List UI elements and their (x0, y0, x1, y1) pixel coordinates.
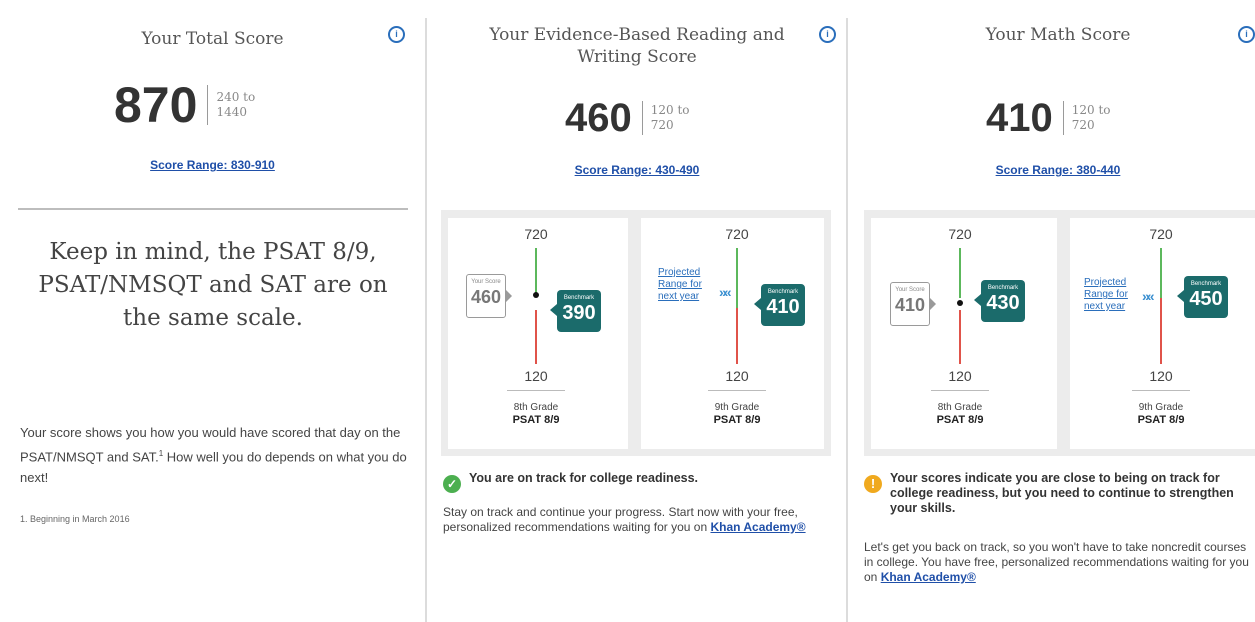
score-separator (641, 101, 643, 135)
score-marker (533, 292, 539, 298)
scale-bar-upper (959, 248, 961, 298)
ebrw-status-message: You are on track for college readiness. (469, 471, 699, 485)
info-icon[interactable]: i (1238, 26, 1255, 43)
projected-range-link[interactable]: Projected Range for next year (1084, 277, 1142, 313)
info-icon[interactable]: i (819, 26, 836, 43)
benchmark-label: Benchmark (1190, 281, 1222, 287)
total-score-display: 870 240 to 1440 (114, 77, 255, 133)
test-name: PSAT 8/9 (1137, 414, 1185, 426)
scale-max: 720 (524, 226, 548, 242)
ebrw-score-panel: Your Evidence-Based Reading and Writing … (427, 0, 847, 622)
info-icon[interactable]: i (388, 26, 405, 43)
grade-text: 9th Grade (1138, 402, 1184, 413)
scale-max: 720 (948, 226, 972, 242)
ebrw-recommendation-text: Stay on track and continue your progress… (443, 505, 833, 535)
grade-label: 9th Grade PSAT 8/9 (692, 402, 782, 426)
footnote: 1. Beginning in March 2016 (20, 514, 130, 524)
grade-divider (931, 390, 989, 391)
test-name: PSAT 8/9 (936, 414, 984, 426)
double-chevron-icon: »« (719, 284, 731, 300)
check-circle-icon: ✓ (443, 475, 461, 493)
scale-bar-lower (736, 308, 738, 364)
grade-text: 8th Grade (937, 402, 983, 413)
benchmark-badge: Benchmark 450 (1177, 276, 1228, 318)
benchmark-badge: Benchmark 430 (974, 280, 1025, 322)
benchmark-label: Benchmark (987, 285, 1019, 291)
ebrw-score-title: Your Evidence-Based Reading and Writing … (489, 25, 785, 67)
projected-range-link[interactable]: Projected Range for next year (658, 267, 716, 303)
grade-text: 9th Grade (714, 402, 760, 413)
double-chevron-icon: »« (1142, 288, 1154, 304)
scale-to: 1440 (216, 105, 247, 119)
scale-from: 120 to (650, 103, 690, 117)
grade-divider (507, 390, 565, 391)
math-score-display: 410 120 to 720 (986, 96, 1111, 140)
total-score-explanation: Your score shows you how you would have … (20, 422, 415, 488)
scale-min: 120 (948, 368, 972, 384)
scale-bar-lower (535, 310, 537, 364)
scale-bar-upper (1160, 248, 1162, 298)
math-score-panel: Your Math Score i 410 120 to 720 Score R… (848, 0, 1255, 622)
ebrw-score-range-link[interactable]: Score Range: 430-490 (427, 163, 847, 177)
ebrw-score-scale: 120 to 720 (651, 103, 690, 133)
khan-academy-link[interactable]: Khan Academy® (881, 570, 976, 584)
test-name: PSAT 8/9 (713, 414, 761, 426)
ebrw-score-display: 460 120 to 720 (565, 96, 690, 140)
math-score-range-link[interactable]: Score Range: 380-440 (848, 163, 1255, 177)
scale-max: 720 (1149, 226, 1173, 242)
score-marker (957, 300, 963, 306)
scale-bar-lower (1160, 298, 1162, 364)
benchmark-value: 390 (562, 302, 596, 324)
your-score-value: 460 (470, 287, 502, 307)
benchmark-label: Benchmark (767, 289, 799, 295)
math-score-scale: 120 to 720 (1072, 103, 1111, 133)
benchmark-badge: Benchmark 390 (550, 290, 601, 332)
math-score-value: 410 (986, 95, 1053, 140)
grade-label: 9th Grade PSAT 8/9 (1116, 402, 1206, 426)
total-score-value: 870 (114, 77, 198, 133)
scale-to: 720 (1071, 118, 1095, 132)
scale-from: 240 to (216, 90, 256, 104)
score-separator (1062, 101, 1064, 135)
benchmark-badge: Benchmark 410 (754, 284, 805, 326)
math-status-message: Your scores indicate you are close to be… (890, 471, 1234, 515)
total-score-scale: 240 to 1440 (216, 90, 255, 120)
benchmark-value: 450 (1189, 288, 1223, 310)
warning-circle-icon: ! (864, 475, 882, 493)
grade-text: 8th Grade (513, 402, 559, 413)
benchmark-value: 430 (986, 292, 1020, 314)
total-score-panel: Your Total Score i 870 240 to 1440 Score… (0, 0, 425, 622)
benchmark-value: 410 (766, 296, 800, 318)
your-score-badge: Your Score 460 (466, 274, 512, 318)
grade-divider (1132, 390, 1190, 391)
keep-in-mind-heading: Keep in mind, the PSAT 8/9, PSAT/NMSQT a… (38, 239, 388, 331)
scale-bar-upper (535, 248, 537, 296)
your-score-label: Your Score (895, 287, 925, 293)
math-score-title: Your Math Score (985, 25, 1131, 45)
scale-bar-upper (736, 248, 738, 308)
ebrw-score-value: 460 (565, 95, 632, 140)
benchmark-label: Benchmark (563, 295, 595, 301)
score-separator (207, 85, 209, 125)
scale-min: 120 (725, 368, 749, 384)
section-divider (18, 208, 408, 210)
grade-label: 8th Grade PSAT 8/9 (491, 402, 581, 426)
scale-min: 120 (524, 368, 548, 384)
scale-from: 120 to (1071, 103, 1111, 117)
scale-min: 120 (1149, 368, 1173, 384)
your-score-label: Your Score (471, 279, 501, 285)
grade-divider (708, 390, 766, 391)
scale-max: 720 (725, 226, 749, 242)
grade-label: 8th Grade PSAT 8/9 (915, 402, 1005, 426)
your-score-value: 410 (894, 295, 926, 315)
khan-academy-link[interactable]: Khan Academy® (710, 520, 805, 534)
math-recommendation-text: Let's get you back on track, so you won'… (864, 540, 1255, 585)
total-score-range-link[interactable]: Score Range: 830-910 (0, 158, 425, 172)
test-name: PSAT 8/9 (512, 414, 560, 426)
total-score-title: Your Total Score (141, 29, 284, 49)
scale-bar-lower (959, 310, 961, 364)
your-score-badge: Your Score 410 (890, 282, 936, 326)
scale-to: 720 (650, 118, 674, 132)
